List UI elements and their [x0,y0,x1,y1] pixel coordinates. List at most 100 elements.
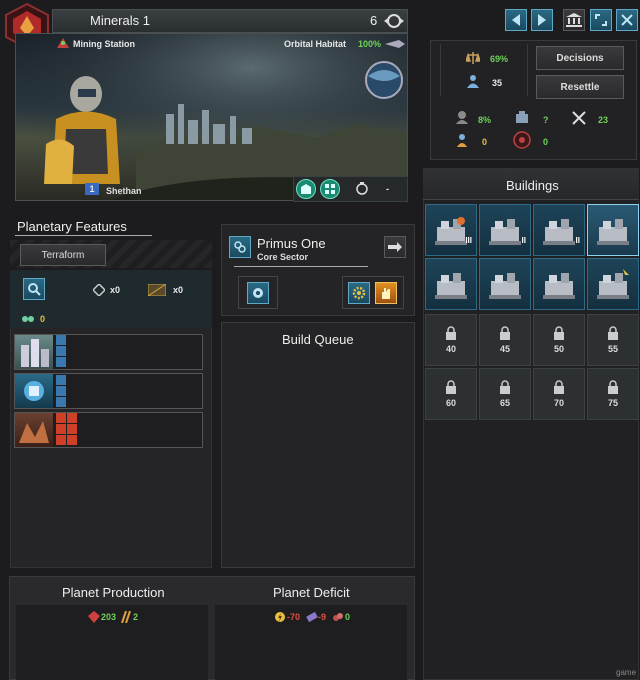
resettle-button[interactable]: Resettle [536,75,624,99]
consumer-goods-icon [306,610,318,628]
generator-district-icon [15,374,53,408]
next-planet-button[interactable] [531,9,553,31]
sector-icon-button[interactable] [229,236,251,258]
unlock-requirement: 75 [607,398,618,408]
locked-building-slot: 65 [479,368,531,420]
building-factory-icon [489,219,521,245]
city-district-icon [15,335,53,369]
survey-button[interactable] [23,278,45,300]
leader-rank-badge: 1 [85,183,99,195]
special-resource-icon [513,131,531,154]
leader-name[interactable]: Shethan [106,186,142,196]
planet-size-icon [383,13,405,34]
building-slot[interactable] [587,258,639,310]
energy-icon [274,610,286,628]
sector-divider [234,266,368,267]
special-resource-value: 0 [543,137,549,147]
city-district-slots [56,335,66,369]
happiness-value: 69% [490,54,509,64]
blocker-icon [147,283,167,301]
sector-automation-button[interactable] [348,282,370,304]
lock-icon [554,380,564,394]
building-slot[interactable] [425,258,477,310]
transfer-sector-button[interactable] [384,236,406,258]
generator-district-slots [56,375,66,409]
expand-icon [595,14,607,26]
pops-value: 35 [492,78,503,88]
hand-icon [382,288,390,299]
energy-value: -70 [287,612,301,622]
planet-globe-icon[interactable] [362,58,404,100]
sector-overview-button[interactable] [320,179,340,199]
lock-icon [446,326,456,340]
building-level: III [465,236,472,245]
close-icon [621,14,633,26]
fullscreen-button[interactable] [590,9,612,31]
locked-building-slot: 60 [425,368,477,420]
migrants-icon [456,133,468,152]
sector-settings-button[interactable] [247,282,269,304]
tools-icon [572,111,586,130]
locked-building-slot: 50 [533,314,585,366]
building-slot[interactable]: II [479,204,531,256]
building-habitation-icon [435,273,467,299]
building-slot[interactable] [479,258,531,310]
building-slot[interactable]: III [425,204,477,256]
arrow-right-icon [538,14,546,26]
unlock-requirement: 65 [499,398,510,408]
mining-district-slots [56,413,78,447]
build-queue-panel [221,322,415,568]
unlock-requirement: 40 [445,344,456,354]
unlock-requirement: 50 [553,344,564,354]
arrow-left-icon [512,14,520,26]
buildings-overview-button[interactable] [296,179,316,199]
diamond-icon [91,282,107,301]
building-habitation-icon [489,273,521,299]
stats-top-box [440,44,528,96]
locked-building-slot: 40 [425,314,477,366]
ship-icon [385,37,405,55]
lock-icon [608,326,618,340]
alloys-value: 0 [345,612,351,622]
planet-size: 6 [370,13,378,28]
close-button[interactable] [616,9,638,31]
locked-building-slot: 70 [533,368,585,420]
decisions-button[interactable]: Decisions [536,46,624,70]
buildings-title: Buildings [506,178,559,193]
building-level: II [521,236,526,245]
mining-district-icon [15,413,53,447]
transfer-icon [388,242,402,252]
building-slot[interactable] [587,204,639,256]
building-habitation-upgrade-icon [597,269,629,299]
terraform-button[interactable]: Terraform [20,244,106,266]
society-icon [21,312,35,330]
building-habitation-icon [543,273,575,299]
building-slot[interactable]: II [533,204,585,256]
planet-production-title: Planet Production [62,585,165,600]
planetary-features-title: Planetary Features [17,219,127,234]
sector-governor-button[interactable] [375,282,397,304]
society-value: 0 [40,314,46,324]
sector-focus-icon [253,288,263,298]
grid-icon [325,184,335,194]
build-queue-title: Build Queue [282,332,354,347]
features-title-underline [15,235,152,236]
locked-building-slot: 55 [587,314,639,366]
diamond-count: x0 [110,285,121,295]
migrants-value: 0 [482,137,488,147]
building-slot[interactable] [533,258,585,310]
prev-planet-button[interactable] [505,9,527,31]
blocker-count: x0 [173,285,184,295]
building-research-icon [543,219,575,245]
happiness-icon [464,51,482,70]
planet-deficit-title: Planet Deficit [273,585,350,600]
sector-icon [234,241,246,253]
planet-name[interactable]: Minerals 1 [90,13,150,28]
station-type: Mining Station [73,39,135,49]
capital-button[interactable] [563,9,585,31]
magnifier-icon [28,283,41,296]
unrest-icon [514,110,530,129]
unrest-value: ? [543,115,549,125]
food-icon [120,610,132,628]
lock-icon [608,380,618,394]
